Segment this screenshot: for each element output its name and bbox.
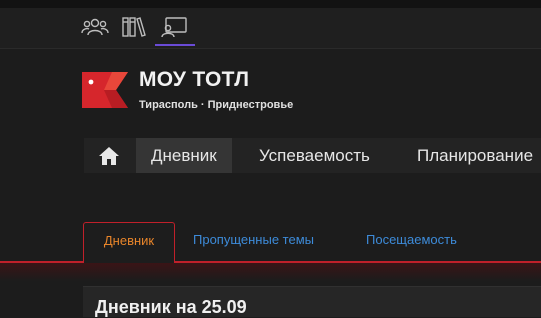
desktop-user-icon[interactable]	[155, 14, 195, 46]
tab-attendance[interactable]: Посещаемость	[366, 232, 457, 247]
window-top-strip	[0, 0, 541, 8]
nav-item-diary[interactable]: Дневник	[136, 138, 232, 173]
nav-item-grades[interactable]: Успеваемость	[259, 138, 370, 173]
diary-card: Дневник на 25.09	[83, 286, 541, 317]
school-name: МОУ ТОТЛ	[139, 68, 250, 91]
school-logo	[82, 72, 128, 108]
nav-item-planning[interactable]: Планирование	[417, 138, 533, 173]
main-navigation: Дневник Успеваемость Планирование	[84, 138, 541, 173]
school-location: Тирасполь · Приднестровье	[139, 99, 294, 111]
tab-diary[interactable]: Дневник	[83, 222, 175, 263]
home-icon[interactable]	[84, 138, 134, 173]
top-toolbar	[0, 8, 541, 49]
tab-diary-label: Дневник	[103, 233, 155, 248]
tab-missed-topics[interactable]: Пропущенные темы	[193, 232, 314, 247]
library-icon[interactable]	[119, 14, 149, 40]
section-title: Дневник на 25.09	[95, 297, 247, 317]
tabs-glow	[0, 263, 541, 281]
tabs-divider	[0, 261, 541, 263]
people-icon[interactable]	[80, 14, 110, 40]
